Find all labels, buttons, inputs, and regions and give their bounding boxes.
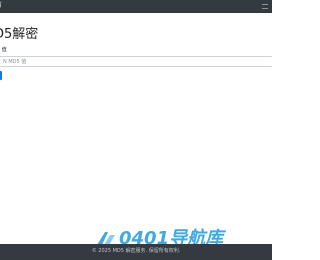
footer: © 2025 MD5 解密服务. 保留所有权利. xyxy=(0,244,272,260)
page-title: D5解密 xyxy=(0,27,39,42)
md5-field-label: 5 值 xyxy=(0,47,7,53)
navbar: 首 xyxy=(0,0,272,13)
page: 首 D5解密 5 值 0401导航库 © 2025 MD5 解密服务. 保留所有… xyxy=(0,0,272,260)
decrypt-button[interactable] xyxy=(0,71,2,80)
hamburger-icon[interactable] xyxy=(262,4,268,9)
navbar-brand-link[interactable]: 首 xyxy=(0,2,2,10)
md5-input[interactable] xyxy=(0,56,272,67)
footer-copyright: © 2025 MD5 解密服务. 保留所有权利. xyxy=(91,248,181,254)
